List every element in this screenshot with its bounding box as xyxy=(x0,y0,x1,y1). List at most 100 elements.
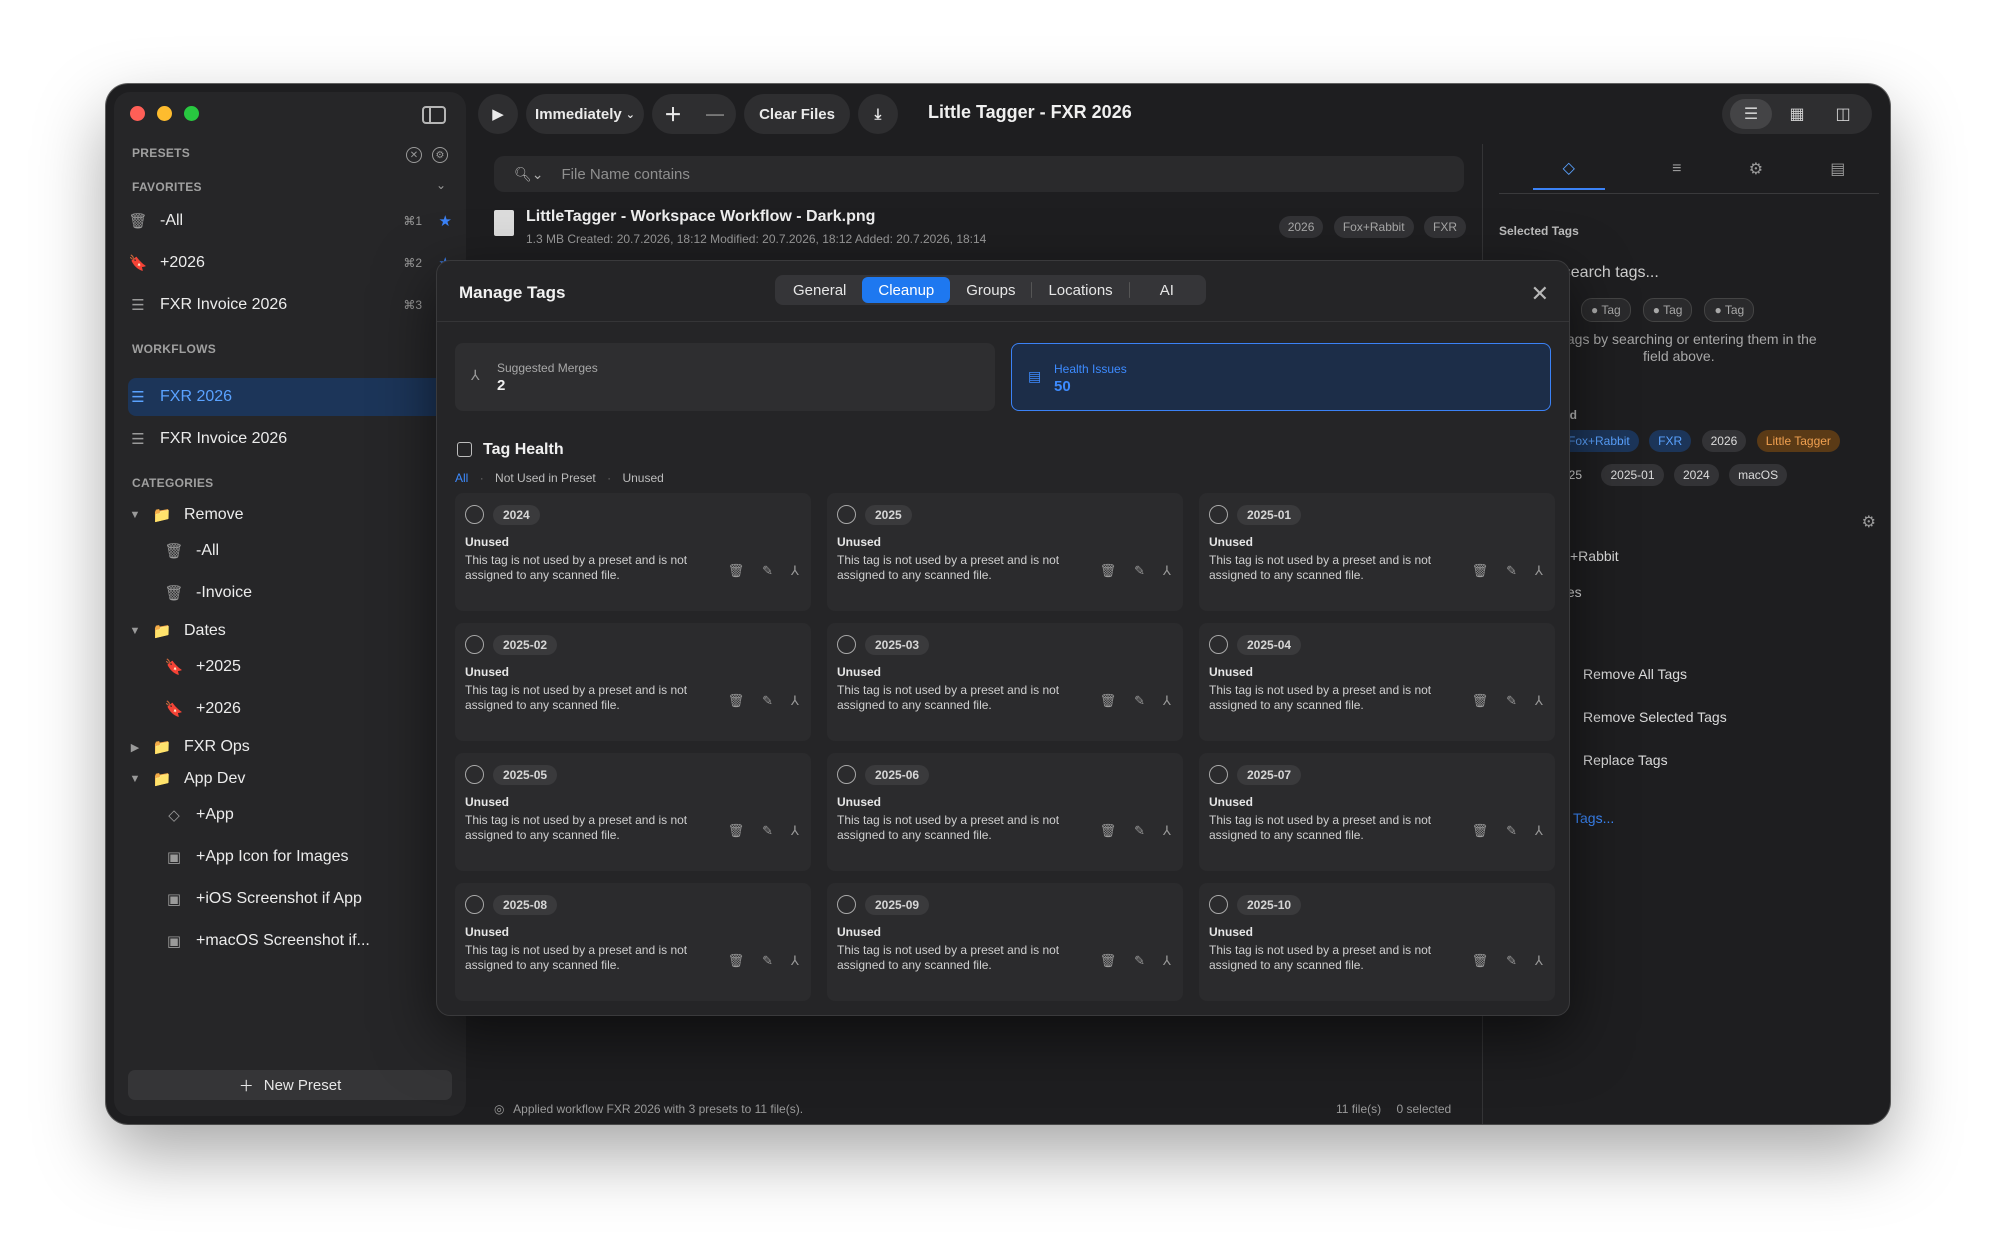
used-tag[interactable]: 2026 xyxy=(1701,430,1747,452)
used-tag[interactable]: 2024 xyxy=(1673,464,1719,486)
merge-icon[interactable]: ⅄ xyxy=(791,693,799,709)
merge-icon[interactable]: ⅄ xyxy=(1535,953,1543,969)
pencil-icon[interactable]: ✎ xyxy=(1506,563,1517,579)
category-remove[interactable]: ▼ 📁 Remove xyxy=(128,496,458,534)
merge-icon[interactable]: ⅄ xyxy=(1163,563,1171,579)
suggested-merges-card[interactable]: ⅄ Suggested Merges 2 xyxy=(455,343,995,411)
health-card[interactable]: 2025-08 Unused This tag is not used by a p… xyxy=(455,883,811,1001)
pencil-icon[interactable]: ✎ xyxy=(1134,563,1145,579)
used-tag[interactable]: Little Tagger xyxy=(1756,430,1840,452)
tab-cleanup[interactable]: Cleanup xyxy=(862,277,951,303)
merge-icon[interactable]: ⅄ xyxy=(1535,823,1543,839)
preset-item[interactable]: 🗑 -All ★ xyxy=(164,532,458,570)
select-radio[interactable] xyxy=(837,895,856,914)
pencil-icon[interactable]: ✎ xyxy=(1506,823,1517,839)
trash-icon[interactable]: 🗑 xyxy=(1100,563,1117,579)
merge-icon[interactable]: ⅄ xyxy=(1163,693,1171,709)
trash-icon[interactable]: 🗑 xyxy=(1472,563,1489,579)
preset-tab-icon[interactable]: ▤ xyxy=(1830,159,1845,179)
merge-icon[interactable]: ⅄ xyxy=(791,563,799,579)
filter-tab-icon[interactable]: ≡ xyxy=(1672,160,1681,178)
more-tags-link[interactable]: Tags... xyxy=(1573,810,1614,826)
trash-icon[interactable]: 🗑 xyxy=(728,823,745,839)
select-radio[interactable] xyxy=(1209,505,1228,524)
close-window-button[interactable] xyxy=(130,106,145,121)
preset-item[interactable]: ▣ +macOS Screenshot if... ☆ xyxy=(164,922,458,960)
tab-groups[interactable]: Groups xyxy=(950,277,1031,303)
pencil-icon[interactable]: ✎ xyxy=(762,823,773,839)
filter-unused[interactable]: Unused xyxy=(622,471,663,485)
trash-icon[interactable]: 🗑 xyxy=(1100,823,1117,839)
health-card[interactable]: 2025-02 Unused This tag is not used by a p… xyxy=(455,623,811,741)
chevron-right-icon[interactable]: ▶ xyxy=(128,741,142,754)
pencil-icon[interactable]: ✎ xyxy=(1134,823,1145,839)
file-search[interactable]: 🔍︎⌄ File Name contains xyxy=(494,156,1464,192)
trash-icon[interactable]: 🗑 xyxy=(1100,953,1117,969)
health-card[interactable]: 2025-09 Unused This tag is not used by a p… xyxy=(827,883,1183,1001)
file-tag[interactable]: 2026 xyxy=(1278,216,1324,238)
preset-item[interactable]: 🗑 -Invoice ☆ xyxy=(164,574,458,612)
tab-locations[interactable]: Locations xyxy=(1032,277,1128,303)
merge-icon[interactable]: ⅄ xyxy=(1535,563,1543,579)
health-card[interactable]: 2024 Unused This tag is not used by a pres… xyxy=(455,493,811,611)
settings-tab-icon[interactable]: ⚙ xyxy=(1749,159,1763,179)
category-dates[interactable]: ▼ 📁 Dates xyxy=(128,612,458,650)
health-card[interactable]: 2025-10 Unused This tag is not used by a p… xyxy=(1199,883,1555,1001)
trash-icon[interactable]: 🗑 xyxy=(728,953,745,969)
workflow-item-fxr-2026[interactable]: ☰ FXR 2026 ★ xyxy=(128,378,458,416)
health-card[interactable]: 2025-01 Unused This tag is not used by a p… xyxy=(1199,493,1555,611)
health-card[interactable]: 2025-05 Unused This tag is not used by a p… xyxy=(455,753,811,871)
trash-icon[interactable]: 🗑 xyxy=(1472,693,1489,709)
chevron-down-icon[interactable]: ▼ xyxy=(128,625,142,637)
inspector-toggle-icon[interactable]: ◫ xyxy=(1822,99,1864,129)
health-card[interactable]: 2025-04 Unused This tag is not used by a p… xyxy=(1199,623,1555,741)
tab-ai[interactable]: AI xyxy=(1130,277,1204,303)
new-preset-button[interactable]: ＋ New Preset xyxy=(128,1070,452,1100)
gear-icon[interactable]: ⚙ xyxy=(432,147,448,163)
replace-tags-button[interactable]: Replace Tags xyxy=(1583,752,1668,768)
close-icon[interactable]: ✕ xyxy=(1531,281,1549,307)
file-tag[interactable]: Fox+Rabbit xyxy=(1333,216,1414,238)
select-radio[interactable] xyxy=(1209,765,1228,784)
select-radio[interactable] xyxy=(465,895,484,914)
list-item[interactable]: x+Rabbit xyxy=(1563,548,1619,564)
tab-general[interactable]: General xyxy=(777,277,862,303)
pencil-icon[interactable]: ✎ xyxy=(762,693,773,709)
star-icon[interactable]: ★ xyxy=(439,212,452,230)
minimize-window-button[interactable] xyxy=(157,106,172,121)
used-tag[interactable]: Fox+Rabbit xyxy=(1559,430,1639,452)
pencil-icon[interactable]: ✎ xyxy=(1506,953,1517,969)
gear-icon[interactable]: ⚙ xyxy=(1862,512,1876,532)
trash-icon[interactable]: 🗑 xyxy=(1100,693,1117,709)
zoom-window-button[interactable] xyxy=(184,106,199,121)
pencil-icon[interactable]: ✎ xyxy=(762,953,773,969)
favorite-item[interactable]: 🔖 +2026 ⌘2 ★ xyxy=(128,244,458,282)
chevron-down-icon[interactable]: ▼ xyxy=(128,509,142,521)
merge-icon[interactable]: ⅄ xyxy=(1535,693,1543,709)
trash-icon[interactable]: 🗑 xyxy=(1472,823,1489,839)
trash-icon[interactable]: 🗑 xyxy=(1472,953,1489,969)
used-tag[interactable]: 2025-01 xyxy=(1601,464,1664,486)
file-tag[interactable]: FXR xyxy=(1424,216,1466,238)
category-app-dev[interactable]: ▼ 📁 App Dev xyxy=(128,760,458,798)
remove-all-tags-button[interactable]: Remove All Tags xyxy=(1583,666,1687,682)
filter-not-used-in-preset[interactable]: Not Used in Preset xyxy=(495,471,596,485)
chevron-down-icon[interactable]: ⌄ xyxy=(436,178,446,192)
health-card[interactable]: 2025-06 Unused This tag is not used by a p… xyxy=(827,753,1183,871)
select-radio[interactable] xyxy=(465,765,484,784)
preset-item[interactable]: ▣ +App Icon for Images ☆ xyxy=(164,838,458,876)
minus-icon[interactable]: — xyxy=(706,104,724,125)
pencil-icon[interactable]: ✎ xyxy=(1506,693,1517,709)
search-icon[interactable]: 🔍︎⌄ xyxy=(514,166,544,183)
merge-icon[interactable]: ⅄ xyxy=(791,823,799,839)
preset-item[interactable]: 🔖 +2025 ☆ xyxy=(164,648,458,686)
trash-icon[interactable]: 🗑 xyxy=(728,563,745,579)
play-button[interactable]: ▶ xyxy=(478,94,518,134)
workflow-item-fxr-invoice[interactable]: ☰ FXR Invoice 2026 ★ xyxy=(128,420,458,458)
preset-item[interactable]: 🔖 +2026 ★ xyxy=(164,690,458,728)
preset-item[interactable]: ◇ +App ☆ xyxy=(164,796,458,834)
chevron-down-icon[interactable]: ▼ xyxy=(128,773,142,785)
favorite-item[interactable]: ☰ FXR Invoice 2026 ⌘3 xyxy=(128,286,458,324)
favorite-item[interactable]: 🗑 -All ⌘1 ★ xyxy=(128,202,458,240)
clear-files-button[interactable]: Clear Files xyxy=(744,94,850,134)
